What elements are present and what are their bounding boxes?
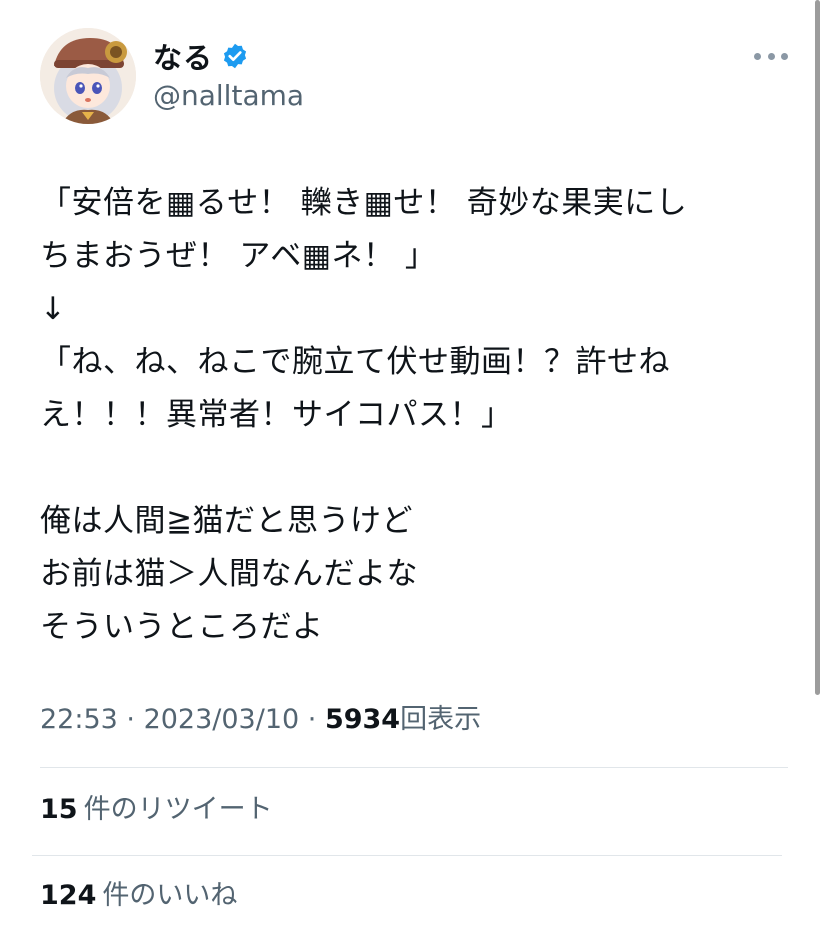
tweet-meta: 22:53 · 2023/03/10 · 5934回表示 — [40, 700, 481, 740]
likes-label: 件のいいね — [102, 880, 238, 911]
more-dot — [754, 52, 761, 60]
likes-count: 124 — [40, 880, 97, 911]
meta-separator: · — [299, 704, 325, 735]
more-dot — [781, 52, 788, 60]
author-name-row[interactable]: なる — [153, 36, 249, 76]
divider — [40, 767, 788, 768]
avatar[interactable] — [40, 28, 136, 124]
meta-separator: · — [117, 704, 144, 735]
avatar-image — [40, 28, 136, 124]
author-handle[interactable]: @nalltama — [153, 79, 304, 112]
views-label: 回表示 — [400, 704, 482, 735]
retweets-stat[interactable]: 15 件のリツイート — [40, 790, 273, 830]
more-dot — [767, 52, 775, 60]
author-display-name[interactable]: なる — [153, 35, 213, 77]
views-count: 5934 — [324, 704, 401, 735]
likes-stat[interactable]: 124 件のいいね — [40, 876, 237, 916]
retweets-label: 件のリツイート — [83, 794, 273, 825]
divider — [32, 855, 782, 856]
more-icon[interactable] — [754, 44, 788, 68]
verified-badge-icon — [223, 43, 247, 69]
scrollbar[interactable] — [815, 0, 820, 695]
tweet-time[interactable]: 22:53 — [40, 704, 118, 735]
tweet-text: 「安倍を▦るせ！ 轢き▦せ！ 奇妙な果実にし ちまおうぜ！ アベ▦ネ！ 」 ↓ … — [40, 185, 688, 645]
retweets-count: 15 — [40, 794, 78, 825]
tweet-date[interactable]: 2023/03/10 — [144, 704, 300, 735]
